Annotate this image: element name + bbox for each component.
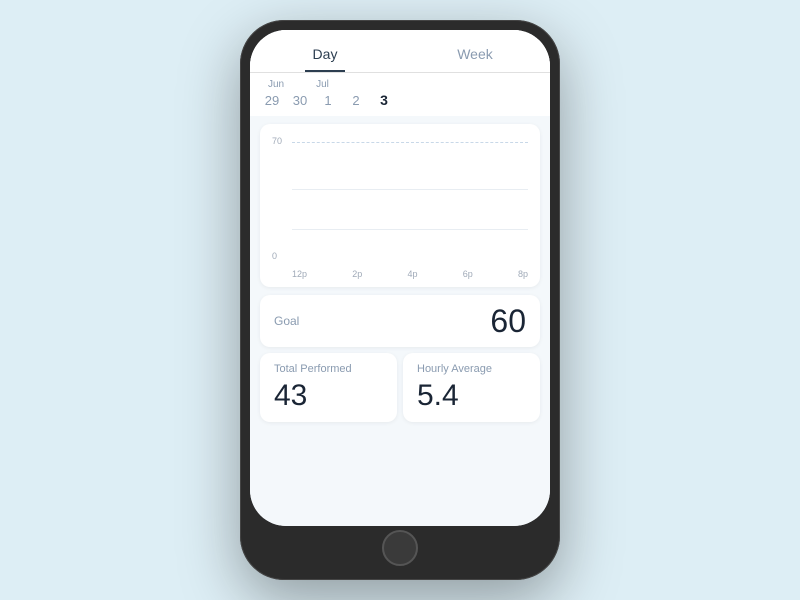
date-29[interactable]: 29	[264, 93, 280, 108]
x-label-12p: 12p	[292, 269, 307, 279]
x-label-8p: 8p	[518, 269, 528, 279]
chart-card: 70 0 12p 2p 4p 6p 8p	[260, 124, 540, 287]
chart-grid-line-1	[292, 189, 528, 190]
goal-card: Goal 60	[260, 295, 540, 347]
date-row: 29 30 1 2 3	[264, 92, 536, 108]
date-3[interactable]: 3	[376, 92, 392, 108]
x-label-6p: 6p	[463, 269, 473, 279]
tab-week[interactable]: Week	[400, 38, 550, 72]
chart-area: 70 0 12p 2p 4p 6p 8p	[272, 134, 528, 279]
tab-day[interactable]: Day	[250, 38, 400, 72]
total-performed-label: Total Performed	[274, 363, 383, 375]
phone-screen: Day Week Jun Jul 29 30 1 2 3	[250, 30, 550, 526]
chart-inner	[292, 134, 528, 261]
chart-y-max: 70	[272, 136, 282, 146]
x-label-2p: 2p	[352, 269, 362, 279]
screen-content: Day Week Jun Jul 29 30 1 2 3	[250, 30, 550, 526]
date-1[interactable]: 1	[320, 93, 336, 108]
hourly-average-label: Hourly Average	[417, 363, 526, 375]
total-performed-card: Total Performed 43	[260, 353, 397, 422]
goal-value: 60	[490, 305, 526, 337]
chart-x-labels: 12p 2p 4p 6p 8p	[292, 269, 528, 279]
month-labels: Jun Jul	[264, 79, 536, 90]
date-selector: Jun Jul 29 30 1 2 3	[250, 73, 550, 116]
month-jul: Jul	[316, 79, 329, 90]
chart-grid-line-2	[292, 229, 528, 230]
bottom-stats: Total Performed 43 Hourly Average 5.4	[260, 353, 540, 422]
hourly-average-value: 5.4	[417, 379, 526, 412]
x-label-4p: 4p	[407, 269, 417, 279]
hourly-average-card: Hourly Average 5.4	[403, 353, 540, 422]
tab-bar: Day Week	[250, 30, 550, 73]
date-2[interactable]: 2	[348, 93, 364, 108]
total-performed-value: 43	[274, 379, 383, 412]
home-button[interactable]	[382, 530, 418, 566]
chart-dashed-line	[292, 142, 528, 143]
chart-y-min: 0	[272, 251, 277, 261]
month-jun: Jun	[268, 79, 284, 90]
phone-device: Day Week Jun Jul 29 30 1 2 3	[240, 20, 560, 580]
goal-label: Goal	[274, 314, 299, 328]
date-30[interactable]: 30	[292, 93, 308, 108]
stats-section: Goal 60 Total Performed 43 Hourly Averag…	[260, 295, 540, 422]
